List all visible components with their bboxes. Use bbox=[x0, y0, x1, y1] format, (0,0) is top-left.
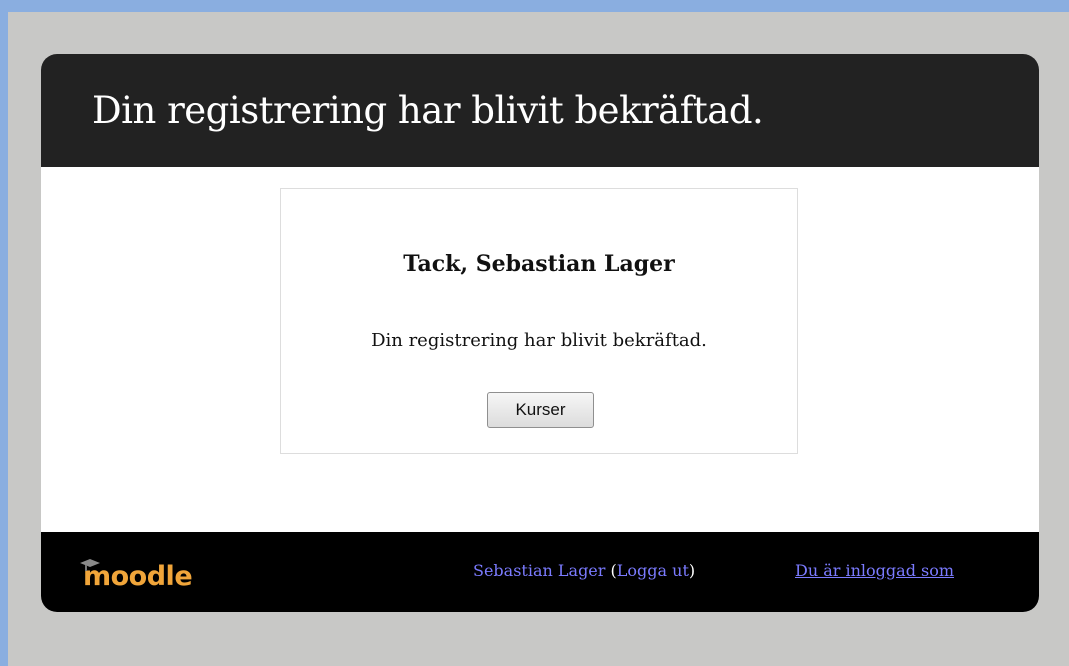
user-profile-link[interactable]: Sebastian Lager bbox=[473, 561, 605, 580]
confirmation-box: Tack, Sebastian Lager Din registrering h… bbox=[280, 188, 798, 454]
moodle-logo[interactable]: moodle bbox=[80, 548, 193, 592]
window-frame-left bbox=[0, 0, 8, 666]
login-info: Sebastian Lager (Logga ut) bbox=[473, 561, 695, 580]
logout-link[interactable]: Logga ut bbox=[617, 561, 689, 580]
main-content: Tack, Sebastian Lager Din registrering h… bbox=[41, 167, 1039, 532]
page-title: Din registrering har blivit bekräftad. bbox=[92, 89, 764, 132]
page-container: Din registrering har blivit bekräftad. T… bbox=[41, 54, 1039, 612]
moodle-logo-text: moodle bbox=[80, 559, 193, 592]
page-header: Din registrering har blivit bekräftad. bbox=[41, 54, 1039, 167]
window-frame-top bbox=[0, 0, 1069, 12]
logged-in-as-link[interactable]: Du är inloggad som bbox=[795, 561, 954, 580]
page-footer: moodle Sebastian Lager (Logga ut) Du är … bbox=[41, 532, 1039, 612]
logout-paren-close: ) bbox=[688, 561, 696, 580]
confirmation-message: Din registrering har blivit bekräftad. bbox=[371, 330, 707, 351]
courses-button[interactable]: Kurser bbox=[487, 392, 594, 428]
confirmation-heading: Tack, Sebastian Lager bbox=[403, 251, 675, 277]
graduation-cap-icon bbox=[80, 559, 100, 571]
